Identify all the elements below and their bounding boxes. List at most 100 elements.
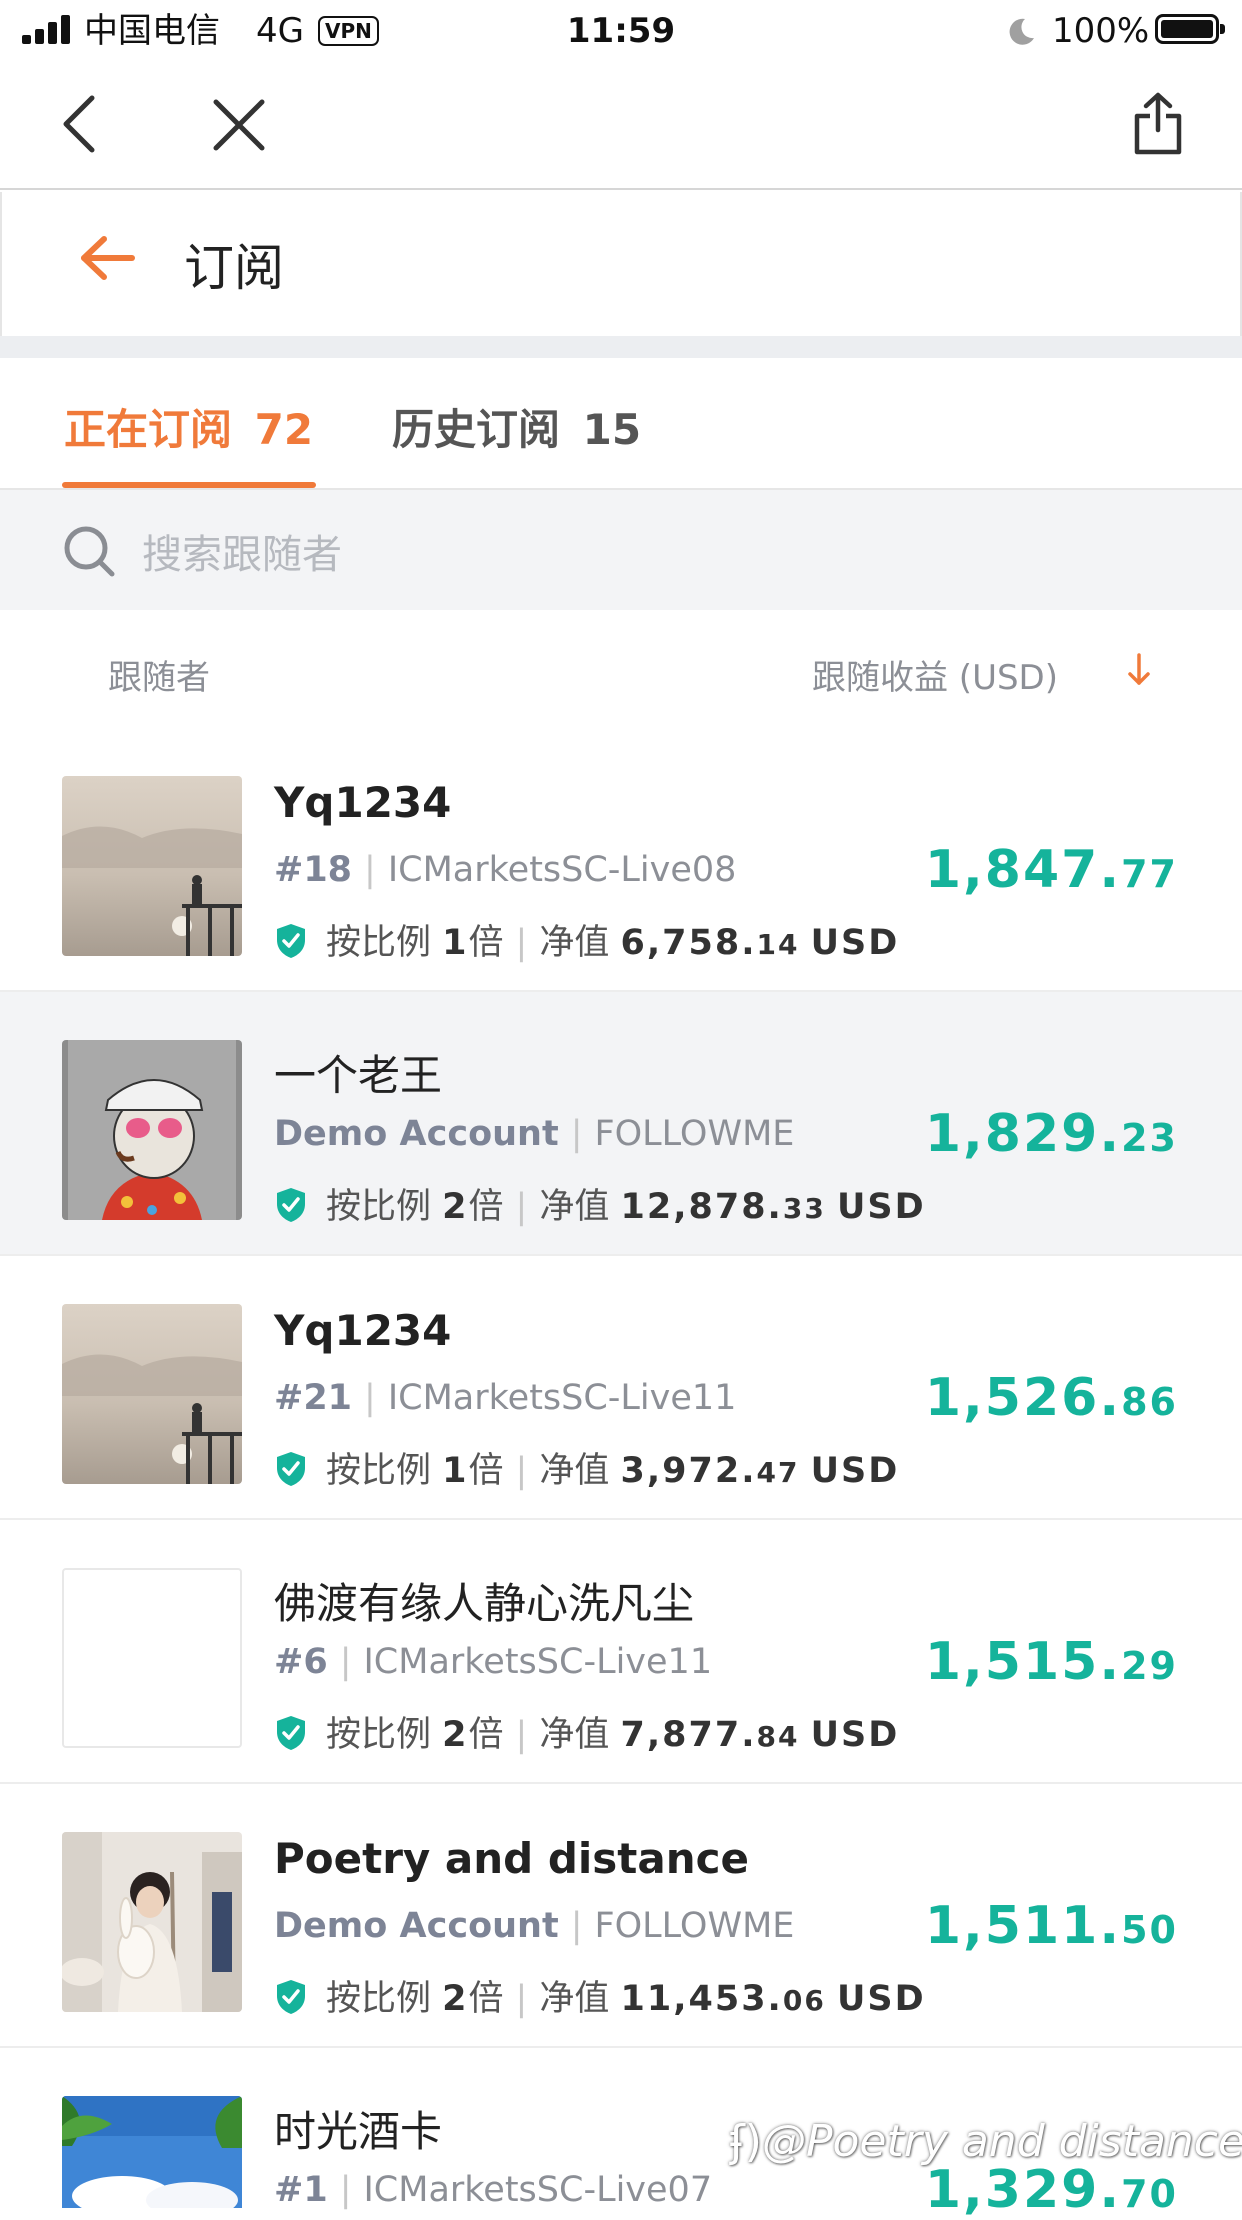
equity-label: 净值 (539, 1715, 610, 1755)
avatar (62, 2096, 242, 2208)
currency: USD (810, 923, 900, 963)
ratio-value: 1 (442, 923, 469, 963)
column-profit-sort[interactable]: 跟随收益 (USD) (812, 650, 1058, 699)
search-icon (64, 526, 115, 577)
list-item[interactable]: 佛渡有缘人静心洗凡尘 #6 | ICMarketsSC-Live11 按比例 2倍 |… (0, 1520, 1242, 1784)
back-icon[interactable] (58, 92, 102, 156)
back-arrow-icon[interactable] (80, 236, 136, 280)
equity-label: 净值 (539, 1187, 610, 1227)
account-tag: #21 (274, 1378, 353, 1418)
account-info: #18 | ICMarketsSC-Live08 (274, 850, 737, 890)
follower-name: Yq1234 (274, 1306, 452, 1355)
ratio-label: 按比例 (326, 1187, 432, 1227)
equity-value: 3,972.47 (620, 1451, 800, 1491)
list-item[interactable]: Yq1234 #18 | ICMarketsSC-Live08 按比例 1倍 | 净值 … (0, 728, 1242, 992)
ratio-value: 2 (442, 1979, 469, 2019)
avatar (62, 1568, 242, 1748)
list-item[interactable]: Poetry and distance Demo Account | FOLLOWM… (0, 1784, 1242, 2048)
currency: USD (810, 1715, 900, 1755)
follow-profit: 1,526.86 (924, 1368, 1178, 1428)
server-name: FOLLOWME (594, 1114, 795, 1154)
equity-value: 7,877.84 (620, 1715, 800, 1755)
follower-name: Yq1234 (274, 778, 452, 827)
list-item[interactable]: Yq1234 #21 | ICMarketsSC-Live11 按比例 1倍 | 净值 … (0, 1256, 1242, 1520)
account-info: #6 | ICMarketsSC-Live11 (274, 1642, 713, 1682)
follow-profit: 1,511.50 (924, 1896, 1178, 1956)
ratio-label: 按比例 (326, 1979, 432, 2019)
tab-history-subscriptions[interactable]: 历史订阅 15 (392, 396, 641, 457)
column-follower: 跟随者 (108, 658, 210, 698)
currency: USD (836, 1187, 926, 1227)
page-title: 订阅 (184, 239, 284, 297)
equity-label: 净值 (539, 1451, 610, 1491)
tab-count: 72 (254, 405, 314, 454)
ratio-value: 2 (442, 1187, 469, 1227)
account-tag: #18 (274, 850, 353, 890)
account-tag: Demo Account (274, 1906, 559, 1946)
copy-settings: 按比例 1倍 | 净值 3,972.47 USD (274, 1442, 899, 1493)
status-bar: 中国电信 4G VPN 11:59 100% (0, 0, 1242, 62)
equity-label: 净值 (539, 923, 610, 963)
follower-name: 佛渡有缘人静心洗凡尘 (274, 1579, 695, 1628)
ratio-value: 1 (442, 1451, 469, 1491)
avatar (62, 1832, 242, 2012)
follow-profit: 1,829.23 (924, 1104, 1178, 1164)
ratio-label: 按比例 (326, 1715, 432, 1755)
account-info: Demo Account | FOLLOWME (274, 1114, 795, 1154)
avatar (62, 1040, 242, 1220)
copy-settings: 按比例 2倍 | 净值 11,453.06 USD (274, 1970, 926, 2021)
ratio-label: 按比例 (326, 1451, 432, 1491)
section-divider (0, 336, 1242, 358)
equity-value: 6,758.14 (620, 923, 800, 963)
ratio-unit: 倍 (468, 923, 504, 963)
ratio-unit: 倍 (468, 1979, 504, 2019)
server-name: FOLLOWME (594, 1906, 795, 1946)
battery-icon (1155, 14, 1225, 44)
follow-profit: 1,847.77 (924, 840, 1178, 900)
follow-profit: 1,515.29 (924, 1632, 1178, 1692)
avatar (62, 1304, 242, 1484)
follow-profit: 1,329.70 (924, 2160, 1178, 2220)
verified-shield-icon (274, 922, 308, 960)
account-info: Demo Account | FOLLOWME (274, 1906, 795, 1946)
copy-settings: 按比例 1倍 | 净值 6,758.14 USD (274, 914, 899, 965)
close-icon[interactable] (212, 98, 266, 152)
list-item[interactable]: 一个老王 Demo Account | FOLLOWME 按比例 2倍 | 净值 12,… (0, 992, 1242, 1256)
ratio-unit: 倍 (468, 1187, 504, 1227)
do-not-disturb-moon-icon (1009, 18, 1034, 45)
equity-value: 11,453.06 (620, 1979, 826, 2019)
server-name: ICMarketsSC-Live11 (387, 1378, 737, 1418)
account-tag: #6 (274, 1642, 328, 1682)
verified-shield-icon (274, 1186, 308, 1224)
verified-shield-icon (274, 1714, 308, 1752)
follower-name: Poetry and distance (274, 1834, 750, 1883)
ratio-unit: 倍 (468, 1451, 504, 1491)
browser-toolbar (0, 62, 1242, 190)
account-info: #1 | ICMarketsSC-Live07 (274, 2170, 713, 2210)
ratio-label: 按比例 (326, 923, 432, 963)
tab-active-subscriptions[interactable]: 正在订阅 72 (64, 396, 313, 457)
equity-value: 12,878.33 (620, 1187, 826, 1227)
battery-percent: 100% (1052, 11, 1150, 51)
share-icon[interactable] (1132, 92, 1184, 156)
ratio-value: 2 (442, 1715, 469, 1755)
verified-shield-icon (274, 1450, 308, 1488)
account-info: #21 | ICMarketsSC-Live11 (274, 1378, 737, 1418)
server-name: ICMarketsSC-Live07 (363, 2170, 713, 2210)
copy-settings: 按比例 2倍 | 净值 7,877.84 USD (274, 1706, 899, 1757)
account-tag: Demo Account (274, 1114, 559, 1154)
currency: USD (810, 1451, 900, 1491)
tab-label: 历史订阅 (392, 405, 561, 454)
search-input[interactable]: 搜索跟随者 (142, 522, 342, 580)
account-tag: #1 (274, 2170, 328, 2210)
follower-name: 一个老王 (274, 1051, 443, 1100)
verified-shield-icon (274, 1978, 308, 2016)
server-name: ICMarketsSC-Live08 (387, 850, 737, 890)
follower-name: 时光酒卡 (274, 2107, 443, 2156)
server-name: ICMarketsSC-Live11 (363, 1642, 713, 1682)
sort-descending-icon[interactable] (1126, 652, 1152, 688)
copy-settings: 按比例 2倍 | 净值 12,878.33 USD (274, 1178, 926, 1229)
tab-count: 15 (582, 405, 642, 454)
watermark: ʄ)@Poetry and distance (730, 2116, 1242, 2167)
zhihu-logo-icon: ʄ) (730, 2116, 762, 2167)
